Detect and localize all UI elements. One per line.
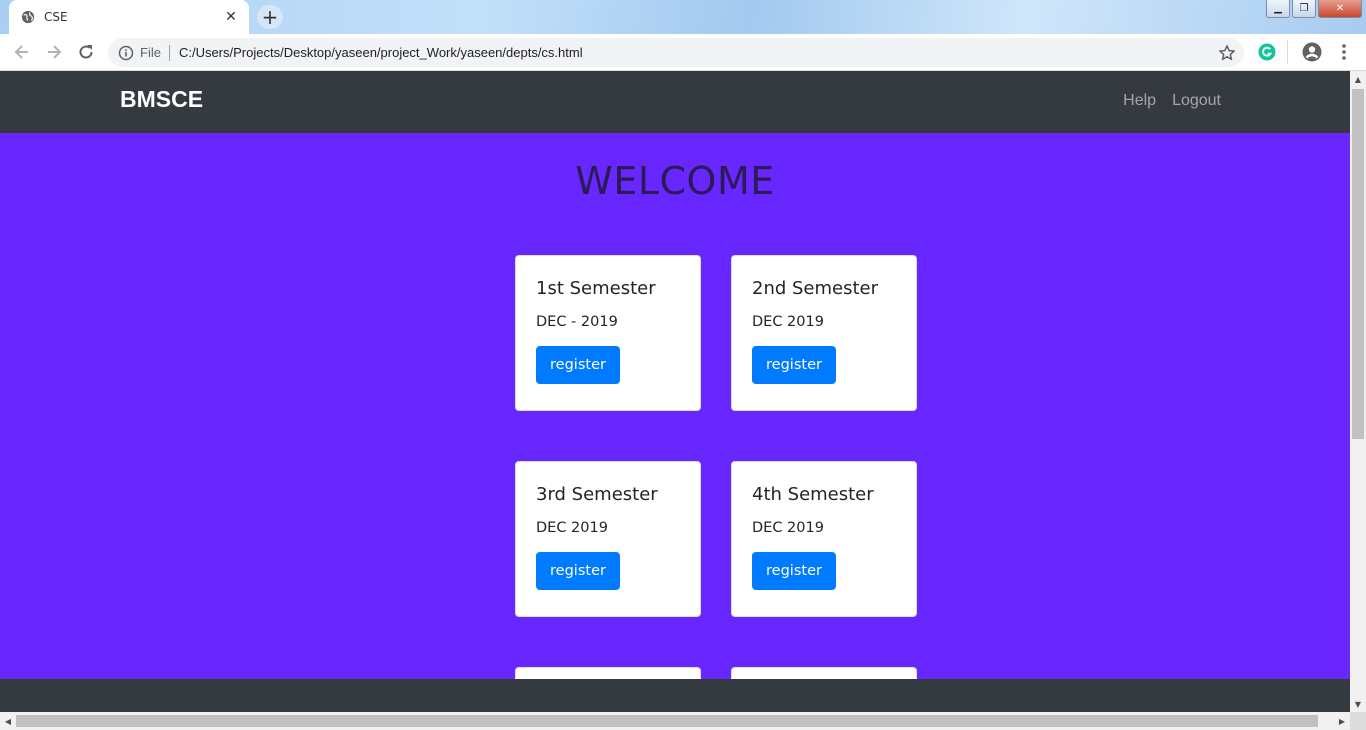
browser-menu-button[interactable] <box>1334 42 1354 62</box>
reload-icon <box>79 45 93 59</box>
browser-tab[interactable]: CSE ✕ <box>9 0 249 34</box>
brand-logo[interactable]: BMSCE <box>120 86 203 113</box>
card-date: DEC - 2019 <box>536 314 618 330</box>
semester-card: 1st Semester DEC - 2019 register <box>515 255 701 411</box>
vertical-scrollbar[interactable]: ▲ ▼ <box>1350 71 1366 712</box>
scroll-right-icon[interactable]: ▶ <box>1334 712 1350 730</box>
profile-icon <box>1302 42 1322 62</box>
semester-card: 4th Semester DEC 2019 register <box>731 461 917 617</box>
browser-toolbar: File C:/Users/Projects/Desktop/yaseen/pr… <box>0 34 1366 71</box>
card-date: DEC 2019 <box>752 314 824 330</box>
card-title: 3rd Semester <box>536 484 658 505</box>
scroll-down-icon[interactable]: ▼ <box>1350 696 1366 712</box>
nav-links: Help Logout <box>1123 92 1221 110</box>
back-icon <box>14 45 28 59</box>
reload-button[interactable] <box>74 40 98 64</box>
grammarly-button[interactable] <box>1257 42 1277 62</box>
info-icon[interactable] <box>118 45 134 61</box>
menu-icon <box>1342 44 1346 60</box>
scrollbar-corner <box>1350 712 1366 730</box>
restore-button[interactable]: ❐ <box>1292 0 1316 18</box>
scroll-left-icon[interactable]: ◀ <box>0 712 16 730</box>
back-button[interactable] <box>10 40 34 64</box>
omnibox-divider <box>168 44 170 61</box>
toolbar-divider <box>1287 40 1288 64</box>
profile-button[interactable] <box>1302 42 1322 62</box>
card-title: 4th Semester <box>752 484 874 505</box>
protocol-label: File <box>140 45 161 60</box>
address-bar[interactable]: File C:/Users/Projects/Desktop/yaseen/pr… <box>108 38 1244 67</box>
register-button[interactable]: register <box>752 552 836 590</box>
forward-icon <box>48 45 62 59</box>
page-viewport: BMSCE Help Logout WELCOME 1st Semester D… <box>0 71 1350 712</box>
card-title: 1st Semester <box>536 278 656 299</box>
register-button[interactable]: register <box>752 346 836 384</box>
tab-title: CSE <box>44 10 68 24</box>
new-tab-button[interactable]: + <box>257 5 283 29</box>
forward-button[interactable] <box>42 40 66 64</box>
card-date: DEC 2019 <box>536 520 608 536</box>
horizontal-scroll-thumb[interactable] <box>16 715 1318 727</box>
page-title: WELCOME <box>575 159 775 203</box>
url-text[interactable]: C:/Users/Projects/Desktop/yaseen/project… <box>179 45 1218 60</box>
tab-close-icon[interactable]: ✕ <box>223 9 239 25</box>
register-button[interactable]: register <box>536 552 620 590</box>
site-navbar: BMSCE Help Logout <box>0 71 1350 133</box>
window-close-button[interactable]: ✕ <box>1318 0 1362 18</box>
star-icon[interactable] <box>1218 44 1236 62</box>
card-title: 2nd Semester <box>752 278 879 299</box>
scroll-up-icon[interactable]: ▲ <box>1350 71 1366 87</box>
horizontal-scrollbar[interactable]: ◀ ▶ <box>0 712 1350 730</box>
semester-card: 3rd Semester DEC 2019 register <box>515 461 701 617</box>
card-date: DEC 2019 <box>752 520 824 536</box>
logout-link[interactable]: Logout <box>1172 92 1221 110</box>
vertical-scroll-thumb[interactable] <box>1352 89 1364 439</box>
semester-card: 2nd Semester DEC 2019 register <box>731 255 917 411</box>
register-button[interactable]: register <box>536 346 620 384</box>
site-footer <box>0 679 1350 712</box>
grammarly-icon <box>1258 43 1276 61</box>
window-controls: ▁ ❐ ✕ <box>1266 0 1362 18</box>
globe-icon <box>21 10 35 24</box>
minimize-button[interactable]: ▁ <box>1266 0 1290 18</box>
browser-titlebar: CSE ✕ + ▁ ❐ ✕ <box>0 0 1366 34</box>
help-link[interactable]: Help <box>1123 92 1156 110</box>
